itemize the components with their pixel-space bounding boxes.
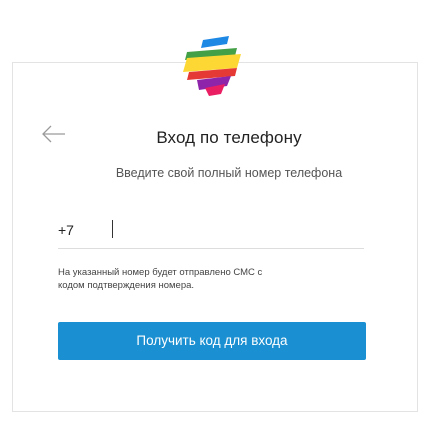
phone-input[interactable] (110, 216, 360, 242)
sms-notice-line2: кодом подтверждения номера. (58, 280, 195, 291)
get-code-button[interactable]: Получить код для входа (58, 322, 366, 360)
text-caret (112, 220, 113, 238)
phone-field: +7 (58, 212, 364, 249)
page-title: Вход по телефону (156, 128, 302, 147)
sms-notice-line1: На указанный номер будет отправлено СМС … (58, 267, 263, 278)
sms-notice: На указанный номер будет отправлено СМС … (58, 266, 358, 292)
brand-logo-icon (175, 34, 249, 98)
login-page: Вход по телефону Введите свой полный ном… (0, 0, 434, 423)
phone-country-code: +7 (58, 222, 74, 238)
page-subtitle: Введите свой полный номер телефона (115, 166, 343, 180)
